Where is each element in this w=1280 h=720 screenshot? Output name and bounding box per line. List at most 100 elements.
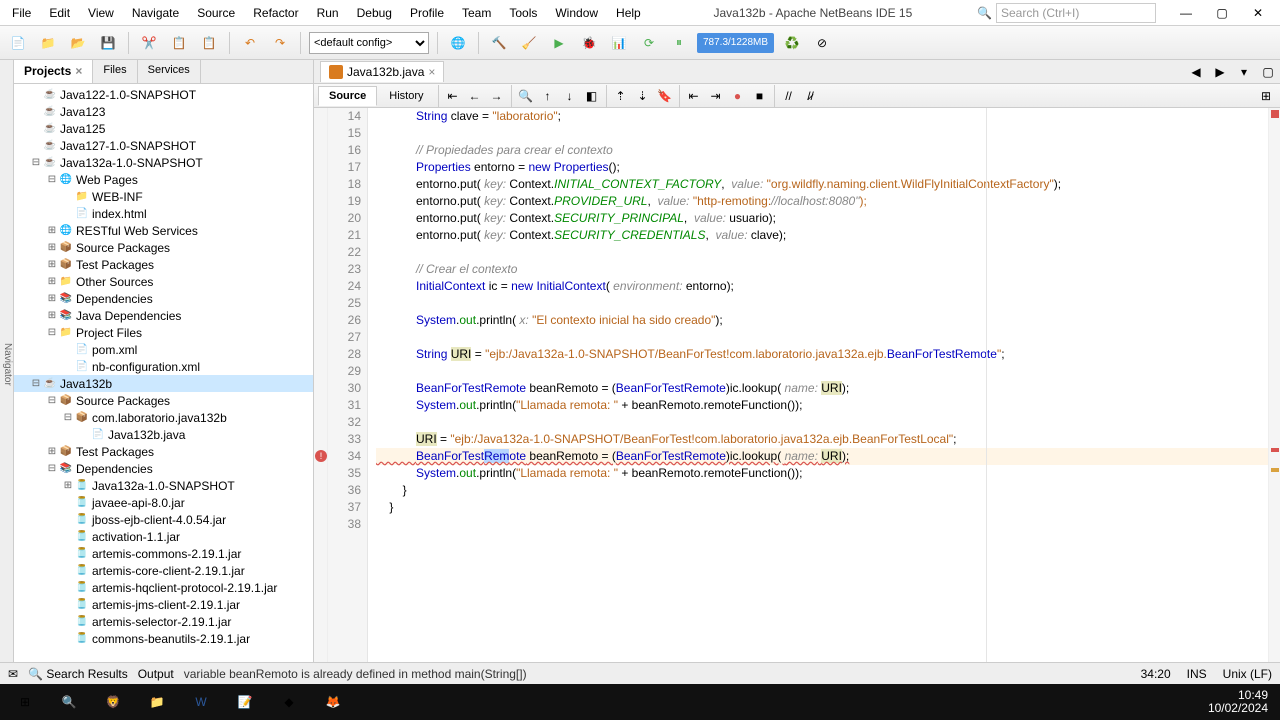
- cut-icon[interactable]: ✂️: [137, 31, 161, 55]
- menu-window[interactable]: Window: [547, 2, 606, 24]
- back-icon[interactable]: ←: [465, 86, 485, 106]
- redo-icon[interactable]: ↷: [268, 31, 292, 55]
- prev-bookmark-icon[interactable]: ⇡: [611, 86, 631, 106]
- navigator-strip[interactable]: Navigator: [0, 60, 14, 662]
- tree-item[interactable]: ⊟☕Java132b: [14, 375, 313, 392]
- split-icon[interactable]: ⊞: [1256, 86, 1276, 106]
- uncomment-icon[interactable]: /̷/: [801, 86, 821, 106]
- tree-item[interactable]: ⊞🌐RESTful Web Services: [14, 222, 313, 239]
- expander-icon[interactable]: ⊟: [46, 327, 58, 338]
- tree-item[interactable]: 📄nb-configuration.xml: [14, 358, 313, 375]
- start-button[interactable]: ⊞: [4, 686, 46, 718]
- new-project-icon[interactable]: 📁: [36, 31, 60, 55]
- tree-item[interactable]: 🫙artemis-jms-client-2.19.1.jar: [14, 596, 313, 613]
- tree-item[interactable]: ⊞🫙Java132a-1.0-SNAPSHOT: [14, 477, 313, 494]
- tree-item[interactable]: ⊞📦Test Packages: [14, 443, 313, 460]
- forward-icon[interactable]: →: [487, 86, 507, 106]
- paste-icon[interactable]: 📋: [197, 31, 221, 55]
- tab-files[interactable]: Files: [93, 60, 137, 83]
- menu-tools[interactable]: Tools: [501, 2, 545, 24]
- tree-item[interactable]: ⊟☕Java132a-1.0-SNAPSHOT: [14, 154, 313, 171]
- tree-item[interactable]: ⊞📚Dependencies: [14, 290, 313, 307]
- output-tab[interactable]: Output: [138, 667, 174, 681]
- tree-item[interactable]: ☕Java127-1.0-SNAPSHOT: [14, 137, 313, 154]
- netbeans-icon[interactable]: ◆: [268, 686, 310, 718]
- shift-right-icon[interactable]: ⇥: [706, 86, 726, 106]
- macro-rec-icon[interactable]: ●: [728, 86, 748, 106]
- save-all-icon[interactable]: 💾: [96, 31, 120, 55]
- source-subtab[interactable]: Source: [318, 86, 377, 106]
- tree-item[interactable]: 📄index.html: [14, 205, 313, 222]
- menu-debug[interactable]: Debug: [349, 2, 400, 24]
- menu-team[interactable]: Team: [454, 2, 499, 24]
- close-tab-icon[interactable]: ×: [428, 65, 435, 79]
- expander-icon[interactable]: ⊞: [46, 259, 58, 270]
- search-input[interactable]: Search (Ctrl+I): [996, 3, 1156, 23]
- shift-left-icon[interactable]: ⇤: [684, 86, 704, 106]
- search-results-tab[interactable]: 🔍 Search Results: [28, 667, 128, 681]
- expander-icon[interactable]: ⊞: [46, 242, 58, 253]
- expander-icon[interactable]: ⊟: [46, 395, 58, 406]
- expander-icon[interactable]: ⊟: [30, 378, 42, 389]
- tree-item[interactable]: 🫙jboss-ejb-client-4.0.54.jar: [14, 511, 313, 528]
- word-icon[interactable]: W: [180, 686, 222, 718]
- run-icon[interactable]: ▶: [547, 31, 571, 55]
- clean-build-icon[interactable]: 🧹: [517, 31, 541, 55]
- tree-item[interactable]: 🫙commons-beanutils-2.19.1.jar: [14, 630, 313, 647]
- brave-icon[interactable]: 🦁: [92, 686, 134, 718]
- tree-item[interactable]: 🫙artemis-hqclient-protocol-2.19.1.jar: [14, 579, 313, 596]
- expander-icon[interactable]: ⊞: [46, 446, 58, 457]
- project-tree[interactable]: ☕Java122-1.0-SNAPSHOT☕Java123☕Java125☕Ja…: [14, 84, 313, 662]
- expander-icon[interactable]: ⊟: [46, 174, 58, 185]
- build-icon[interactable]: 🔨: [487, 31, 511, 55]
- tree-item[interactable]: 🫙javaee-api-8.0.jar: [14, 494, 313, 511]
- reload-icon[interactable]: ⟳: [637, 31, 661, 55]
- tree-item[interactable]: ☕Java125: [14, 120, 313, 137]
- tree-item[interactable]: 📄Java132b.java: [14, 426, 313, 443]
- notifications-icon[interactable]: ✉: [8, 667, 18, 681]
- next-bookmark-icon[interactable]: ⇣: [633, 86, 653, 106]
- history-subtab[interactable]: History: [379, 87, 433, 105]
- code-editor[interactable]: ! 14151617181920212223242526272829303132…: [314, 108, 1280, 662]
- firefox-icon[interactable]: 🦊: [312, 686, 354, 718]
- undo-icon[interactable]: ↶: [238, 31, 262, 55]
- stop-icon[interactable]: ⊘: [810, 31, 834, 55]
- find-prev-icon[interactable]: ↑: [538, 86, 558, 106]
- tree-item[interactable]: ⊞📦Source Packages: [14, 239, 313, 256]
- editor-tab[interactable]: Java132b.java ×: [320, 61, 444, 82]
- gc-icon[interactable]: ♻️: [780, 31, 804, 55]
- macro-stop-icon[interactable]: ■: [750, 86, 770, 106]
- menu-source[interactable]: Source: [189, 2, 243, 24]
- new-file-icon[interactable]: 📄: [6, 31, 30, 55]
- minimize-button[interactable]: —: [1168, 1, 1204, 25]
- browser-icon[interactable]: 🌐: [446, 31, 470, 55]
- tree-item[interactable]: ☕Java123: [14, 103, 313, 120]
- pause-icon[interactable]: ⏸: [667, 31, 691, 55]
- menu-navigate[interactable]: Navigate: [124, 2, 187, 24]
- tree-item[interactable]: ⊟📚Dependencies: [14, 460, 313, 477]
- expander-icon[interactable]: ⊞: [46, 276, 58, 287]
- menu-file[interactable]: File: [4, 2, 39, 24]
- error-stripe[interactable]: [1268, 108, 1280, 662]
- open-icon[interactable]: 📂: [66, 31, 90, 55]
- expander-icon[interactable]: ⊟: [62, 412, 74, 423]
- tab-services[interactable]: Services: [138, 60, 201, 83]
- tree-item[interactable]: ⊟📁Project Files: [14, 324, 313, 341]
- menu-help[interactable]: Help: [608, 2, 649, 24]
- expander-icon[interactable]: ⊞: [46, 293, 58, 304]
- tree-item[interactable]: ⊟🌐Web Pages: [14, 171, 313, 188]
- tree-item[interactable]: ⊟📦com.laboratorio.java132b: [14, 409, 313, 426]
- next-tab-icon[interactable]: ▶: [1208, 60, 1232, 84]
- notepad-icon[interactable]: 📝: [224, 686, 266, 718]
- tree-item[interactable]: ⊟📦Source Packages: [14, 392, 313, 409]
- last-edit-icon[interactable]: ⇤: [443, 86, 463, 106]
- prev-tab-icon[interactable]: ◀: [1184, 60, 1208, 84]
- expander-icon[interactable]: ⊟: [46, 463, 58, 474]
- copy-icon[interactable]: 📋: [167, 31, 191, 55]
- expander-icon[interactable]: ⊞: [46, 310, 58, 321]
- expander-icon[interactable]: ⊞: [46, 225, 58, 236]
- menu-refactor[interactable]: Refactor: [245, 2, 306, 24]
- maximize-button[interactable]: ▢: [1204, 1, 1240, 25]
- close-button[interactable]: ✕: [1240, 1, 1276, 25]
- tree-item[interactable]: 📁WEB-INF: [14, 188, 313, 205]
